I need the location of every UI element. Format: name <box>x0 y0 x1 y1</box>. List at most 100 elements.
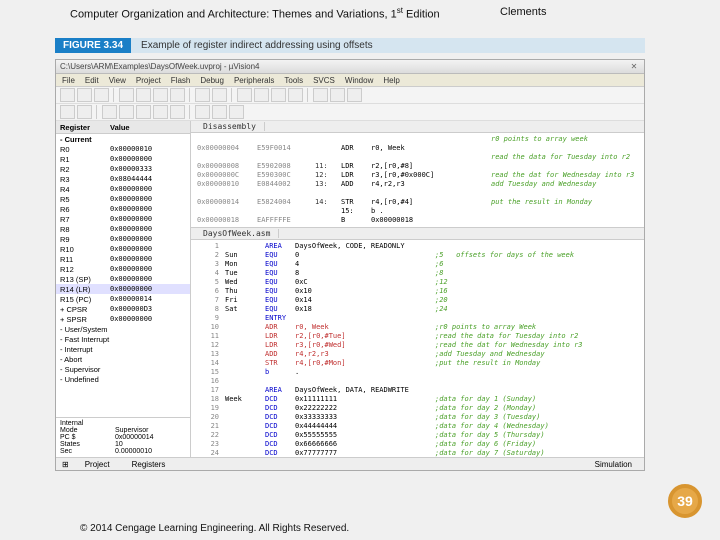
disasm-line[interactable] <box>197 189 638 198</box>
register-row[interactable]: R20x00000333 <box>56 164 190 174</box>
register-row[interactable]: - Abort <box>56 354 190 364</box>
menu-item[interactable]: Flash <box>171 76 191 85</box>
register-row[interactable]: R13 (SP)0x00000000 <box>56 274 190 284</box>
source-line[interactable]: 14STRr4,[r0,#Mon];put the result in Mond… <box>197 359 638 368</box>
source-line[interactable]: 17AREADaysOfWeek, DATA, READWRITE <box>197 386 638 395</box>
register-row[interactable]: R60x00000000 <box>56 204 190 214</box>
register-row[interactable]: + CPSR0x000000D3 <box>56 304 190 314</box>
register-row[interactable]: R100x00000000 <box>56 244 190 254</box>
source-line[interactable]: 22DCD0x55555555;data for day 5 (Thursday… <box>197 431 638 440</box>
tb-btn[interactable] <box>153 88 168 102</box>
source-line[interactable]: 12LDRr3,[r0,#Wed];read the dat for Wedne… <box>197 341 638 350</box>
tab-project[interactable]: Project <box>79 460 116 469</box>
tb-btn[interactable] <box>195 88 210 102</box>
source-line[interactable]: 5WedEQU0xC;12 <box>197 278 638 287</box>
tb-btn[interactable] <box>60 105 75 119</box>
tb-btn[interactable] <box>313 88 328 102</box>
menu-item[interactable]: Window <box>345 76 373 85</box>
source-line[interactable]: 9ENTRY <box>197 314 638 323</box>
menu-item[interactable]: SVCS <box>313 76 335 85</box>
tb-btn[interactable] <box>102 105 117 119</box>
register-row[interactable]: - User/System <box>56 324 190 334</box>
register-row[interactable]: - Undefined <box>56 374 190 384</box>
tb-btn[interactable] <box>170 105 185 119</box>
register-row[interactable]: - Supervisor <box>56 364 190 374</box>
register-row[interactable]: R120x00000000 <box>56 264 190 274</box>
tb-btn[interactable] <box>119 88 134 102</box>
tree-expand-icon[interactable]: ⊞ <box>62 460 69 469</box>
disasm-line[interactable]: read the data for Tuesday into r2 <box>197 153 638 162</box>
source-line[interactable]: 10ADRr0, Week;r0 points to array Week <box>197 323 638 332</box>
tb-btn[interactable] <box>77 88 92 102</box>
source-line[interactable]: 21DCD0x44444444;data for day 4 (Wednesda… <box>197 422 638 431</box>
source-view[interactable]: 1AREADaysOfWeek, CODE, READONLY2SunEQU0;… <box>191 240 644 457</box>
tab-disassembly[interactable]: Disassembly <box>195 122 265 131</box>
source-line[interactable]: 19DCD0x22222222;data for day 2 (Monday) <box>197 404 638 413</box>
disasm-line[interactable]: 0x00000010E084400213:ADDr4,r2,r3add Tues… <box>197 180 638 189</box>
tb-btn[interactable] <box>153 105 168 119</box>
source-line[interactable]: 11LDRr2,[r0,#Tue];read the data for Tues… <box>197 332 638 341</box>
menu-item[interactable]: Edit <box>85 76 99 85</box>
tb-btn[interactable] <box>288 88 303 102</box>
menu-item[interactable]: Tools <box>284 76 303 85</box>
tb-btn[interactable] <box>229 105 244 119</box>
source-line[interactable]: 8SatEQU0x18;24 <box>197 305 638 314</box>
source-line[interactable]: 16 <box>197 377 638 386</box>
register-row[interactable]: - Fast Interrupt <box>56 334 190 344</box>
tb-btn[interactable] <box>330 88 345 102</box>
source-line[interactable]: 15b. <box>197 368 638 377</box>
tb-btn[interactable] <box>60 88 75 102</box>
register-row[interactable]: - Interrupt <box>56 344 190 354</box>
register-row[interactable]: R15 (PC)0x00000014 <box>56 294 190 304</box>
menu-item[interactable]: File <box>62 76 75 85</box>
tb-btn[interactable] <box>212 88 227 102</box>
disassembly-view[interactable]: r0 points to array week0x00000004E59F001… <box>191 133 644 228</box>
source-line[interactable]: 18WeekDCD0x11111111;data for day 1 (Sund… <box>197 395 638 404</box>
register-row[interactable]: R80x00000000 <box>56 224 190 234</box>
tb-btn[interactable] <box>136 88 151 102</box>
source-line[interactable]: 2SunEQU0;5 offsets for days of the week <box>197 251 638 260</box>
tb-btn[interactable] <box>136 105 151 119</box>
tab-simulation[interactable]: Simulation <box>589 460 638 469</box>
menu-item[interactable]: View <box>109 76 126 85</box>
register-row[interactable]: R10x00000000 <box>56 154 190 164</box>
source-line[interactable]: 7FriEQU0x14;20 <box>197 296 638 305</box>
menu-item[interactable]: Debug <box>200 76 224 85</box>
menu-item[interactable]: Peripherals <box>234 76 274 85</box>
register-row[interactable]: R50x00000000 <box>56 194 190 204</box>
source-line[interactable]: 20DCD0x33333333;data for day 3 (Tuesday) <box>197 413 638 422</box>
source-line[interactable]: 23DCD0x66666666;data for day 6 (Friday) <box>197 440 638 449</box>
register-row[interactable]: R110x00000000 <box>56 254 190 264</box>
disasm-line[interactable]: 0x00000014E582400414:STRr4,[r0,#4]put th… <box>197 198 638 207</box>
register-row[interactable]: + SPSR0x00000000 <box>56 314 190 324</box>
tb-btn[interactable] <box>254 88 269 102</box>
register-row[interactable]: R70x00000000 <box>56 214 190 224</box>
disasm-line[interactable]: r0 points to array week <box>197 135 638 144</box>
disasm-line[interactable]: 0x00000018EAFFFFFEB0x00000018 <box>197 216 638 225</box>
disasm-line[interactable]: 0x00000008E590200811:LDRr2,[r0,#8] <box>197 162 638 171</box>
register-row[interactable]: R14 (LR)0x00000000 <box>56 284 190 294</box>
tb-btn[interactable] <box>94 88 109 102</box>
source-line[interactable]: 24DCD0x77777777;data for day 7 (Saturday… <box>197 449 638 457</box>
tab-source[interactable]: DaysOfWeek.asm <box>195 229 279 238</box>
source-line[interactable]: 13ADDr4,r2,r3;add Tuesday and Wednesday <box>197 350 638 359</box>
disasm-line[interactable]: 0x00000004E59F0014ADRr0, Week <box>197 144 638 153</box>
tb-btn[interactable] <box>271 88 286 102</box>
register-row[interactable]: - Current <box>56 134 190 144</box>
register-row[interactable]: R40x00000000 <box>56 184 190 194</box>
tb-btn[interactable] <box>195 105 210 119</box>
source-line[interactable]: 1AREADaysOfWeek, CODE, READONLY <box>197 242 638 251</box>
tab-registers[interactable]: Registers <box>126 460 172 469</box>
tb-btn[interactable] <box>77 105 92 119</box>
menu-item[interactable]: Help <box>383 76 399 85</box>
tb-btn[interactable] <box>170 88 185 102</box>
tb-btn[interactable] <box>347 88 362 102</box>
source-line[interactable]: 4TueEQU8;8 <box>197 269 638 278</box>
source-line[interactable]: 6ThuEQU0x10;16 <box>197 287 638 296</box>
disasm-line[interactable]: 15:b . <box>197 207 638 216</box>
tb-btn[interactable] <box>212 105 227 119</box>
register-row[interactable]: R30x08044444 <box>56 174 190 184</box>
register-row[interactable]: R00x00000010 <box>56 144 190 154</box>
disasm-line[interactable]: 0x0000000CE590300C12:LDRr3,[r0,#0x000C]r… <box>197 171 638 180</box>
source-line[interactable]: 3MonEQU4;6 <box>197 260 638 269</box>
